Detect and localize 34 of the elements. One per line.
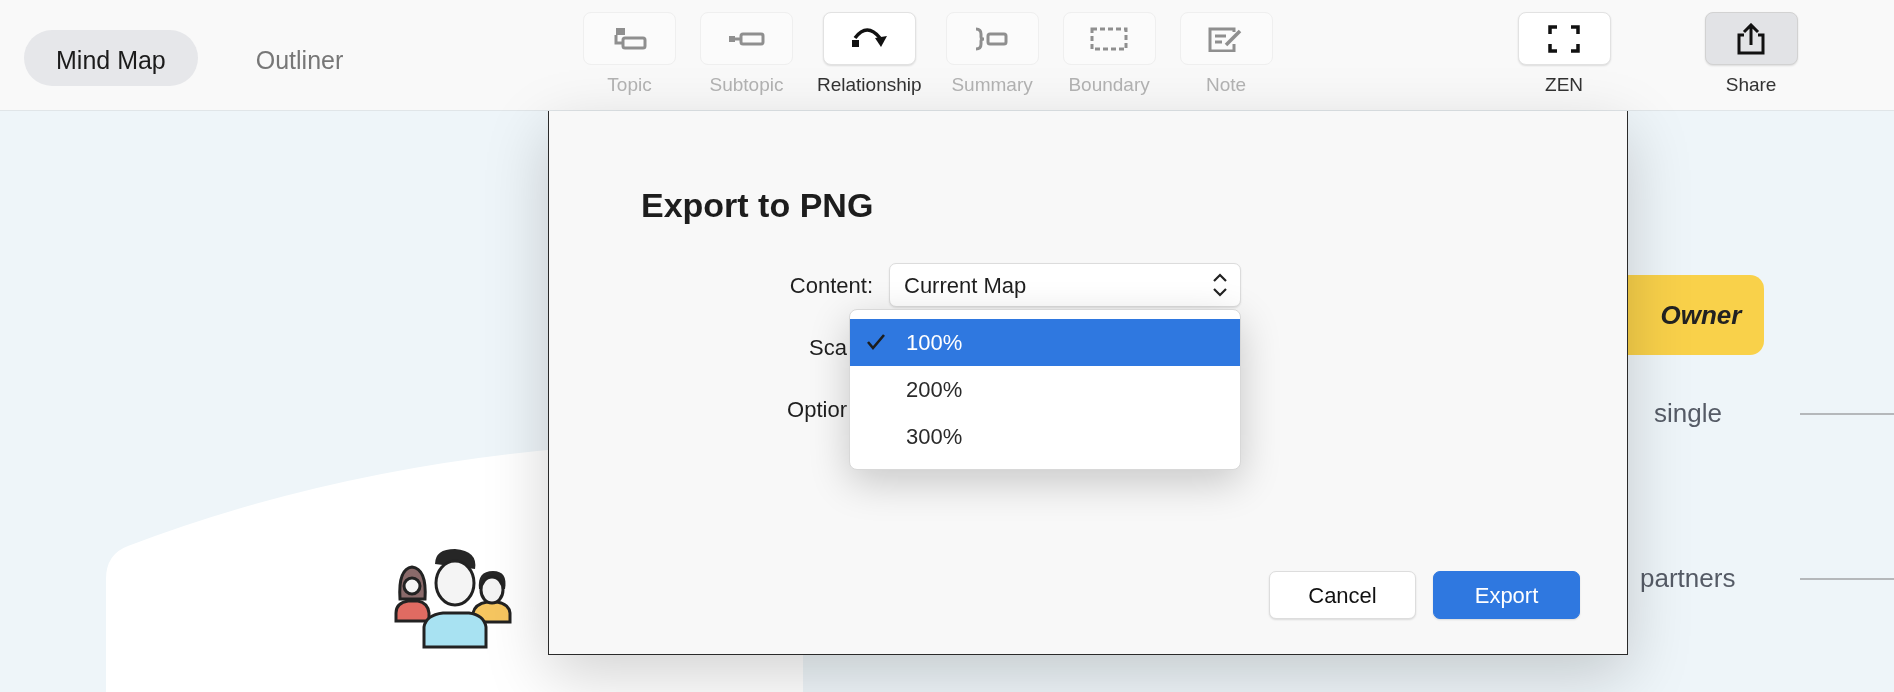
dialog-title: Export to PNG [641, 185, 874, 226]
tool-label: Summary [951, 73, 1033, 97]
fullscreen-icon [1546, 22, 1583, 55]
topic-node[interactable]: Owner [1628, 275, 1764, 355]
menu-item[interactable]: 100% [850, 319, 1240, 366]
tool-label: Boundary [1068, 73, 1150, 97]
menu-item-label: 200% [906, 376, 963, 404]
subtopic-label[interactable]: partners [1640, 559, 1736, 598]
field-label: Sca [808, 333, 847, 362]
view-tab[interactable]: Mind Map [24, 30, 198, 86]
toolbar-label: ZEN [1545, 73, 1584, 97]
menu-item-label: 100% [906, 329, 963, 357]
toolbar-button[interactable] [1704, 12, 1798, 65]
checkmark-icon [866, 333, 886, 351]
tool-label: Relationship [817, 73, 922, 97]
menu-item[interactable]: 300% [850, 413, 1240, 460]
tool-label: Subtopic [709, 73, 784, 97]
subtopic-label[interactable]: single [1654, 394, 1722, 433]
tool-label: Note [1206, 73, 1247, 97]
select-value: Current Map [904, 271, 1027, 300]
toolbar-button[interactable] [1517, 12, 1611, 65]
content-select[interactable]: Current Map [889, 263, 1241, 307]
updown-chevron-icon [1212, 272, 1228, 298]
toolbar-label: Share [1725, 73, 1777, 97]
menu-item[interactable]: 200% [850, 366, 1240, 413]
cancel-button[interactable]: Cancel [1269, 571, 1416, 619]
view-tab[interactable]: Outliner [223, 30, 376, 86]
export-button[interactable]: Export [1433, 571, 1580, 619]
tool-button[interactable] [822, 12, 916, 65]
field-label: Content: [788, 271, 873, 300]
field-label: Optior [786, 395, 847, 424]
dashed-rectangle-icon [1089, 25, 1130, 52]
menu-item-label: 300% [906, 423, 963, 451]
tool-label: Topic [607, 73, 652, 97]
